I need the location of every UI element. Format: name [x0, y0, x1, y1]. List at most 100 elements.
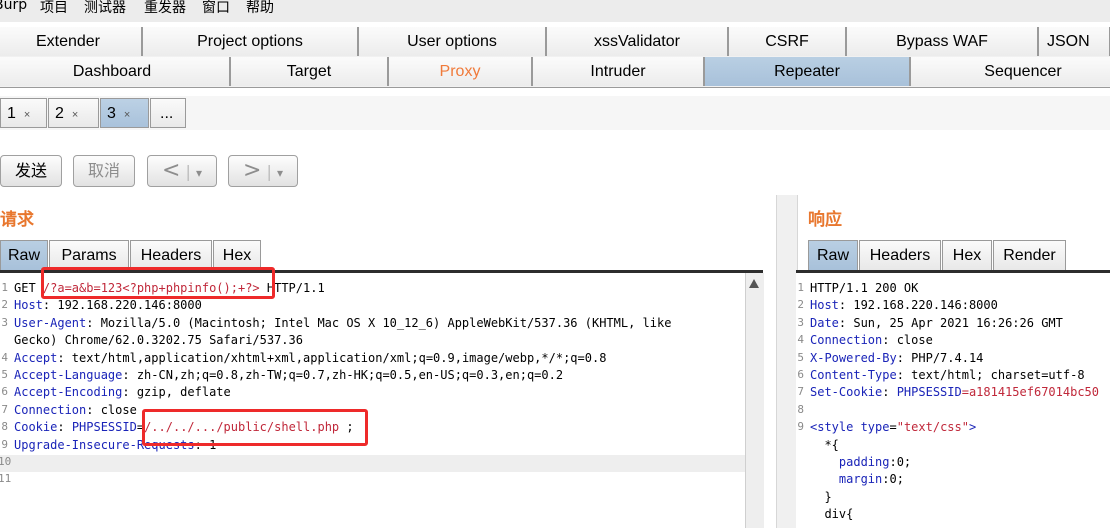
code-text: Gecko) Chrome/62.0.3202.75 Safari/537.36	[14, 333, 303, 347]
code-token: div{	[810, 507, 854, 522]
request-scrollbar[interactable]	[745, 273, 764, 528]
chevron-right-icon: >	[242, 158, 262, 183]
code-token: type	[860, 420, 890, 435]
tab-csrf[interactable]: CSRF	[728, 27, 846, 56]
repeater-tab-3[interactable]: 3 ×	[100, 98, 149, 128]
code-token: : zh-CN,zh;q=0.8,zh-TW;q=0.7,zh-HK;q=0.5…	[122, 368, 564, 382]
tab-project-options[interactable]: Project options	[142, 27, 358, 56]
code-token: padding	[810, 455, 890, 469]
response-tab-raw[interactable]: Raw	[808, 240, 858, 270]
code-token: "text/css"	[896, 420, 969, 435]
tab-bypass-waf[interactable]: Bypass WAF	[846, 27, 1038, 56]
code-token: Accept-Encoding	[14, 385, 123, 400]
close-icon[interactable]: ×	[72, 109, 78, 121]
code-text: Content-Type: text/html; charset=utf-8	[810, 368, 1085, 382]
menu-intruder[interactable]: 测试器	[84, 0, 126, 17]
repeater-tab-label: 1	[7, 105, 16, 122]
code-text: Set-Cookie: PHPSESSID=a181415ef67014bc50	[810, 385, 1099, 399]
response-tab-hex[interactable]: Hex	[942, 240, 992, 270]
response-editor[interactable]: 1 HTTP/1.1 200 OK 2 Host: 192.168.220.146:8…	[796, 270, 1110, 531]
code-token: PHPSESSID	[71, 420, 137, 435]
chevron-down-icon[interactable]: ▾	[277, 166, 283, 180]
line-number: 4	[1, 350, 8, 364]
repeater-tab-1[interactable]: 1 ×	[0, 98, 47, 128]
tab-extender[interactable]: Extender	[0, 27, 142, 56]
code-token: X-Powered-By	[810, 350, 897, 365]
close-icon[interactable]: ×	[24, 109, 30, 121]
line-number: 1	[1, 281, 8, 294]
code-token: Connection	[14, 402, 87, 417]
close-icon[interactable]: ×	[124, 109, 130, 121]
line-number: 2	[797, 298, 804, 312]
tab-xssvalidator[interactable]: xssValidator	[546, 27, 728, 56]
line-number: 9	[1, 437, 8, 451]
repeater-tab-label: 3	[107, 105, 116, 122]
code-token: Date	[810, 315, 839, 330]
send-button[interactable]: 发送	[0, 155, 62, 187]
code-token: =a181415ef67014bc50	[961, 385, 1100, 400]
tab-sequencer[interactable]: Sequencer	[910, 57, 1110, 86]
split-divider[interactable]	[776, 195, 798, 528]
line-number: 4	[797, 333, 804, 347]
code-token: :0;	[889, 455, 912, 469]
response-tab-render[interactable]: Render	[993, 240, 1066, 270]
code-token: *{	[810, 437, 839, 452]
code-token: Content-Type	[810, 368, 897, 382]
code-token: : Mozilla/5.0 (Macintosh; Intel Mac OS X…	[86, 315, 672, 330]
main-tab-row: Dashboard Target Proxy Intruder Repeater…	[0, 57, 1110, 88]
line-number: 7	[797, 385, 804, 399]
menu-bar: Burp 项目 测试器 重发器 窗口 帮助	[0, 0, 1110, 22]
response-tab-headers[interactable]: Headers	[859, 240, 941, 270]
repeater-tab-new[interactable]: ...	[150, 98, 186, 128]
code-token: :	[882, 385, 897, 400]
repeater-tab-label: 2	[55, 105, 64, 122]
code-text: Host: 192.168.220.146:8000	[14, 298, 202, 312]
menu-repeater[interactable]: 重发器	[144, 0, 186, 17]
code-token: }	[810, 489, 832, 504]
code-token: : text/html; charset=utf-8	[896, 368, 1085, 382]
tab-repeater[interactable]: Repeater	[704, 57, 910, 86]
request-tab-headers[interactable]: Headers	[130, 240, 212, 270]
forward-button[interactable]: > | ▾	[228, 155, 298, 187]
menu-window[interactable]: 窗口	[202, 0, 230, 17]
code-line: 10	[0, 455, 745, 472]
menu-project[interactable]: 项目	[40, 0, 68, 17]
request-editor[interactable]: 1 GET /?a=a&b=123<?php+phpinfo();+?> HTTP…	[0, 270, 763, 531]
code-text: X-Powered-By: PHP/7.4.14	[810, 351, 983, 365]
code-text: <style type="text/css">	[810, 420, 976, 434]
request-tab-hex[interactable]: Hex	[213, 240, 261, 270]
tab-target[interactable]: Target	[230, 57, 388, 86]
line-number: 3	[1, 315, 8, 329]
code-token: >	[968, 420, 977, 435]
tab-user-options[interactable]: User options	[358, 27, 546, 56]
tab-dashboard[interactable]: Dashboard	[0, 57, 230, 86]
line-number: 10	[0, 455, 12, 468]
line-number: 9	[797, 420, 804, 434]
line-number: 3	[797, 315, 804, 329]
code-token: Gecko) Chrome/62.0.3202.75 Safari/537.36	[14, 333, 303, 348]
line-number: 7	[1, 402, 8, 416]
code-token: PHPSESSID	[896, 385, 962, 400]
code-text: Host: 192.168.220.146:8000	[810, 298, 998, 312]
request-tab-params[interactable]: Params	[49, 240, 129, 270]
cancel-button[interactable]: 取消	[73, 155, 135, 187]
tab-intruder[interactable]: Intruder	[532, 57, 704, 86]
response-title: 响应	[808, 210, 842, 230]
tab-proxy[interactable]: Proxy	[388, 57, 532, 86]
back-button[interactable]: < | ▾	[147, 155, 217, 187]
code-text: padding:0;	[810, 455, 911, 469]
menu-burp[interactable]: Burp	[0, 0, 27, 13]
line-number: 8	[1, 420, 8, 434]
request-tab-raw[interactable]: Raw	[0, 240, 48, 270]
menu-help[interactable]: 帮助	[246, 0, 274, 17]
scroll-up-icon[interactable]	[749, 279, 759, 288]
repeater-tab-2[interactable]: 2 ×	[48, 98, 99, 128]
repeater-tabs: 1 × 2 × 3 × ...	[0, 96, 1110, 130]
line-number: 8	[797, 402, 804, 416]
chevron-down-icon[interactable]: ▾	[196, 166, 202, 180]
highlight-box-query	[41, 267, 275, 299]
code-token: Accept-Language	[14, 368, 123, 382]
code-text: Accept: text/html,application/xhtml+xml,…	[14, 351, 606, 365]
tab-json[interactable]: JSON	[1038, 27, 1110, 56]
code-token: :0;	[882, 472, 904, 487]
